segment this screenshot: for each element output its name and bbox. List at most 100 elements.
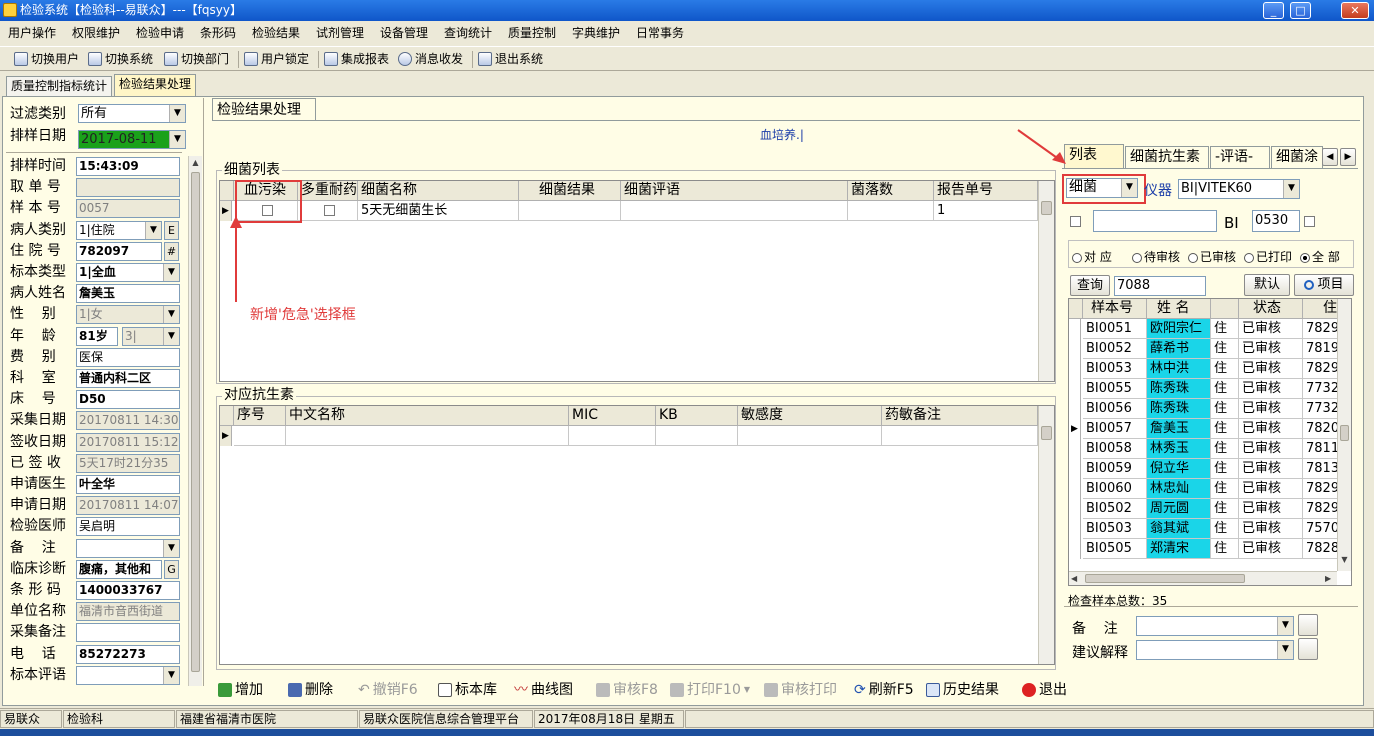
sample-cell[interactable]: 7829 bbox=[1303, 359, 1339, 379]
sample-cell[interactable]: BI0503 bbox=[1083, 519, 1147, 539]
field-value[interactable]: 81岁 bbox=[76, 326, 118, 346]
tab-list[interactable]: 列表 bbox=[1064, 144, 1124, 168]
sample-cell[interactable]: BI0056 bbox=[1083, 399, 1147, 419]
inpatient-lookup-button[interactable]: # bbox=[164, 241, 179, 261]
sample-cell[interactable]: 7829 bbox=[1303, 479, 1339, 499]
sample-cell[interactable]: 已审核 bbox=[1239, 359, 1303, 379]
maximize-button[interactable]: □ bbox=[1290, 2, 1311, 19]
switch-system-button[interactable]: 切换系统 bbox=[88, 47, 153, 71]
bi-checkbox[interactable] bbox=[1304, 214, 1315, 229]
filter-checkbox[interactable] bbox=[1070, 214, 1081, 229]
field-value[interactable]: 20170811 14:07 bbox=[76, 496, 180, 516]
sample-cell[interactable]: 7813 bbox=[1303, 459, 1339, 479]
menu-test-results[interactable]: 检验结果 bbox=[252, 22, 300, 44]
suggestion-edit-icon[interactable] bbox=[1298, 638, 1318, 660]
sample-cell[interactable]: 已审核 bbox=[1239, 479, 1303, 499]
sample-cell[interactable]: 7570 bbox=[1303, 519, 1339, 539]
radio-pending[interactable]: 待审核 bbox=[1132, 248, 1180, 265]
field-value[interactable]: 1|女 ▼ bbox=[76, 305, 180, 325]
sample-cell[interactable]: 7820 bbox=[1303, 419, 1339, 439]
colony-count-cell[interactable] bbox=[848, 201, 934, 221]
drug-remark-cell[interactable] bbox=[882, 426, 1038, 446]
kb-cell[interactable] bbox=[656, 426, 738, 446]
sample-cell[interactable]: 陈秀珠 bbox=[1147, 399, 1211, 419]
sample-cell[interactable]: 已审核 bbox=[1239, 439, 1303, 459]
field-value[interactable]: 叶全华 bbox=[76, 475, 180, 494]
field-value[interactable]: 詹美玉 bbox=[76, 284, 180, 304]
sample-cell[interactable]: 7811 bbox=[1303, 439, 1339, 459]
field-value[interactable]: 医保 bbox=[76, 347, 180, 367]
sample-cell[interactable]: BI0060 bbox=[1083, 479, 1147, 499]
scroll-thumb[interactable] bbox=[1041, 201, 1052, 215]
tab-scroll-left-icon[interactable]: ◀ bbox=[1322, 148, 1338, 166]
sample-cell[interactable]: 林秀玉 bbox=[1147, 439, 1211, 459]
tab-scroll-right-icon[interactable]: ▶ bbox=[1340, 148, 1356, 166]
undo-button[interactable]: ↶ 撤销F6 bbox=[358, 678, 418, 702]
sample-cell[interactable]: BI0502 bbox=[1083, 499, 1147, 519]
sample-cell[interactable]: 翁其斌 bbox=[1147, 519, 1211, 539]
bacteria-result-cell[interactable] bbox=[519, 201, 621, 221]
close-button[interactable]: ✕ bbox=[1341, 2, 1369, 19]
radio-reviewed[interactable]: 已审核 bbox=[1188, 248, 1236, 265]
sample-cell[interactable]: 住 bbox=[1211, 379, 1239, 399]
field-value[interactable]: D50 bbox=[76, 390, 180, 410]
minimize-button[interactable]: _ bbox=[1263, 2, 1284, 19]
sample-cell[interactable]: 欧阳宗仁 bbox=[1147, 319, 1211, 339]
field-value[interactable]: 1|住院 ▼ bbox=[76, 220, 162, 240]
messages-button[interactable]: 消息收发 bbox=[398, 47, 463, 71]
menu-reagents[interactable]: 试剂管理 bbox=[316, 22, 364, 44]
menu-quality-control[interactable]: 质量控制 bbox=[508, 22, 556, 44]
sample-cell[interactable]: 已审核 bbox=[1239, 339, 1303, 359]
chinese-name-cell[interactable] bbox=[286, 426, 569, 446]
review-button[interactable]: 审核F8 bbox=[596, 678, 658, 702]
field-value[interactable]: ▼ bbox=[76, 538, 180, 558]
scroll-thumb[interactable] bbox=[1340, 425, 1349, 441]
diagnosis-button[interactable]: G bbox=[164, 559, 179, 579]
menu-barcode[interactable]: 条形码 bbox=[200, 22, 236, 44]
sample-cell[interactable]: 已审核 bbox=[1239, 539, 1303, 559]
radio-all[interactable]: 全 部 bbox=[1300, 248, 1340, 265]
print-button[interactable]: 打印F10 ▼ bbox=[670, 678, 750, 702]
filter-select[interactable]: 所有 ▼ bbox=[78, 104, 186, 123]
switch-user-button[interactable]: 切换用户 bbox=[14, 47, 79, 71]
sample-cell[interactable]: 郑清宋 bbox=[1147, 539, 1211, 559]
sample-cell[interactable]: BI0052 bbox=[1083, 339, 1147, 359]
scroll-thumb[interactable] bbox=[1085, 574, 1245, 583]
sample-cell[interactable]: 已审核 bbox=[1239, 399, 1303, 419]
sample-cell[interactable]: BI0505 bbox=[1083, 539, 1147, 559]
tab-comments[interactable]: -评语- bbox=[1210, 146, 1270, 168]
multi-drug-checkbox[interactable] bbox=[298, 201, 358, 221]
integrated-report-button[interactable]: 集成报表 bbox=[324, 47, 389, 71]
add-button[interactable]: 增加 bbox=[218, 678, 263, 702]
sample-cell[interactable]: 薛希书 bbox=[1147, 339, 1211, 359]
scroll-right-icon[interactable]: ▶ bbox=[1325, 572, 1331, 585]
query-input[interactable]: 7088 bbox=[1114, 276, 1206, 296]
sample-cell[interactable]: 7829 bbox=[1303, 499, 1339, 519]
field-value[interactable]: 15:43:09 bbox=[76, 157, 180, 176]
sample-cell[interactable]: 住 bbox=[1211, 519, 1239, 539]
bi-number-input[interactable]: 0530 bbox=[1252, 210, 1300, 232]
sample-cell[interactable]: 住 bbox=[1211, 399, 1239, 419]
seq-cell[interactable] bbox=[234, 426, 286, 446]
mic-cell[interactable] bbox=[569, 426, 656, 446]
sample-cell[interactable]: 7828 bbox=[1303, 539, 1339, 559]
field-value[interactable]: 782097 bbox=[76, 241, 162, 261]
sample-cell[interactable]: BI0051 bbox=[1083, 319, 1147, 339]
tab-result-processing[interactable]: 检验结果处理 bbox=[114, 74, 196, 97]
main-tab[interactable]: 检验结果处理 bbox=[212, 98, 316, 120]
history-results-button[interactable]: 历史结果 bbox=[926, 678, 999, 702]
sample-cell[interactable]: 倪立华 bbox=[1147, 459, 1211, 479]
report-number-cell[interactable]: 1 bbox=[934, 201, 1038, 221]
field-value[interactable] bbox=[76, 623, 180, 643]
menu-test-request[interactable]: 检验申请 bbox=[136, 22, 184, 44]
left-scrollbar[interactable]: ▲ bbox=[188, 156, 202, 686]
menu-user-ops[interactable]: 用户操作 bbox=[8, 22, 56, 44]
exit-system-button[interactable]: 退出系统 bbox=[478, 47, 543, 71]
bacteria-comment-cell[interactable] bbox=[621, 201, 848, 221]
sample-cell[interactable]: 陈秀珠 bbox=[1147, 379, 1211, 399]
sample-cell[interactable]: 已审核 bbox=[1239, 499, 1303, 519]
sample-cell[interactable]: 已审核 bbox=[1239, 519, 1303, 539]
sample-cell[interactable]: 林忠灿 bbox=[1147, 479, 1211, 499]
project-button[interactable]: 项目 bbox=[1294, 274, 1354, 296]
field-value[interactable]: 85272273 bbox=[76, 644, 180, 664]
